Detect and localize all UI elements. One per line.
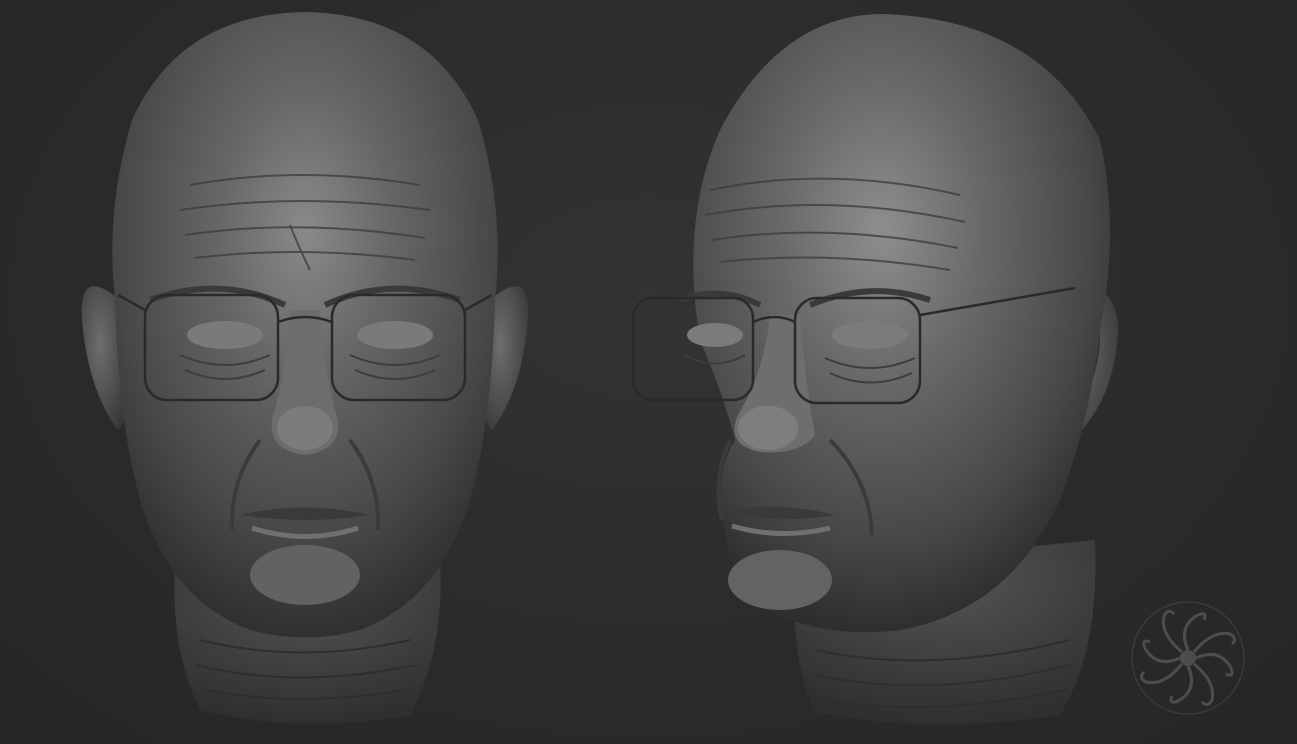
quarter-skull-face <box>693 14 1110 633</box>
front-right-eye <box>357 321 433 349</box>
quarter-left-eye <box>687 323 743 347</box>
front-left-eye <box>187 321 263 349</box>
render-viewport <box>0 0 1297 744</box>
front-chin <box>250 545 360 605</box>
front-view-head <box>81 12 529 724</box>
spiral-tentacle-logo-icon <box>1131 601 1245 715</box>
sculpt-render <box>81 12 1245 725</box>
three-quarter-view-head <box>631 14 1119 725</box>
quarter-chin <box>728 550 832 610</box>
quarter-right-eye <box>832 321 908 349</box>
